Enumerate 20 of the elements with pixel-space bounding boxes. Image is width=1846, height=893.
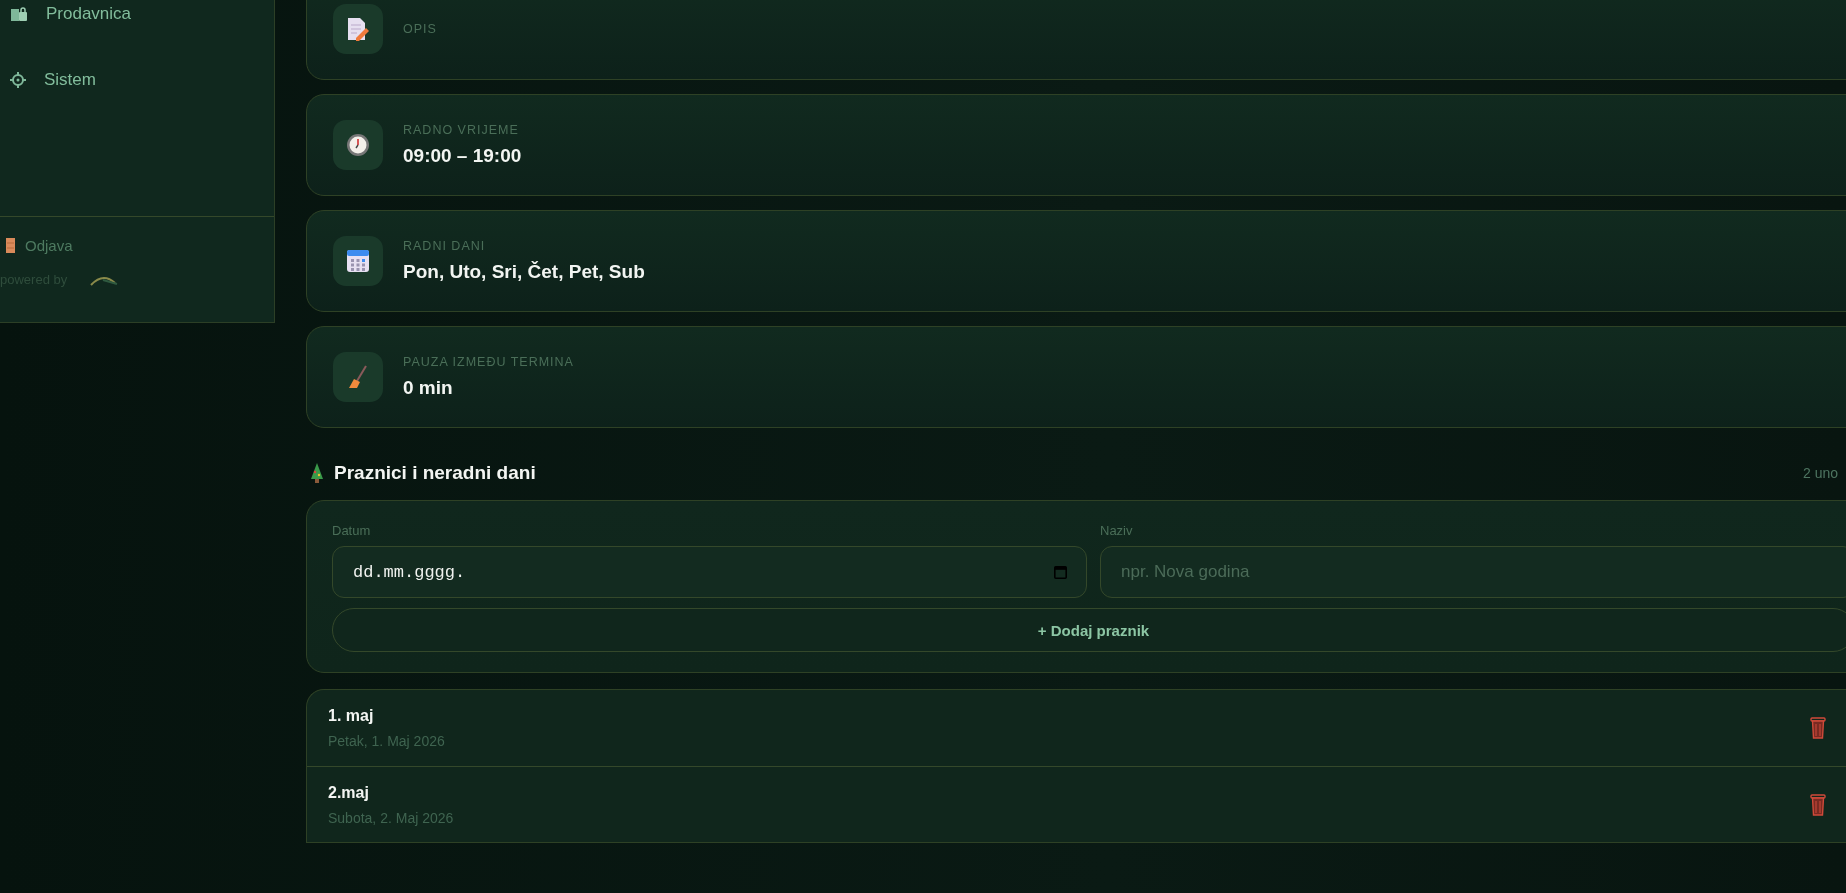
holiday-date: Subota, 2. Maj 2026 <box>328 809 454 826</box>
date-field[interactable]: dd.mm.gggg. <box>332 546 1087 598</box>
card-label: OPIS <box>403 22 437 36</box>
holiday-name: 2.maj <box>328 783 370 802</box>
card-label: RADNO VRIJEME <box>403 123 520 137</box>
card-value: 0 min <box>403 377 454 399</box>
section-title: Praznici i neradni dani <box>334 462 536 484</box>
sidebar-item[interactable]: Sistem <box>10 68 274 92</box>
field-label: Datum <box>332 523 372 538</box>
add-holiday-button[interactable]: + Dodaj praznik <box>332 608 1846 652</box>
card-value: 09:00 – 19:00 <box>403 145 522 167</box>
sidebar-item[interactable]: Prodavnica <box>10 2 274 26</box>
entry-count: 2 uno <box>1802 465 1838 481</box>
card-label: RADNI DANI <box>403 239 487 253</box>
holiday-date: Petak, 1. Maj 2026 <box>328 733 445 749</box>
card-label: PAUZA IZMEĐU TERMINA <box>403 355 574 369</box>
card-value: Pon, Uto, Sri, Čet, Pet, Sub <box>403 261 645 283</box>
name-field[interactable]: npr. Nova godina <box>1100 546 1846 598</box>
field-label: Naziv <box>1100 523 1134 538</box>
holiday-name: 1. maj <box>328 707 375 725</box>
